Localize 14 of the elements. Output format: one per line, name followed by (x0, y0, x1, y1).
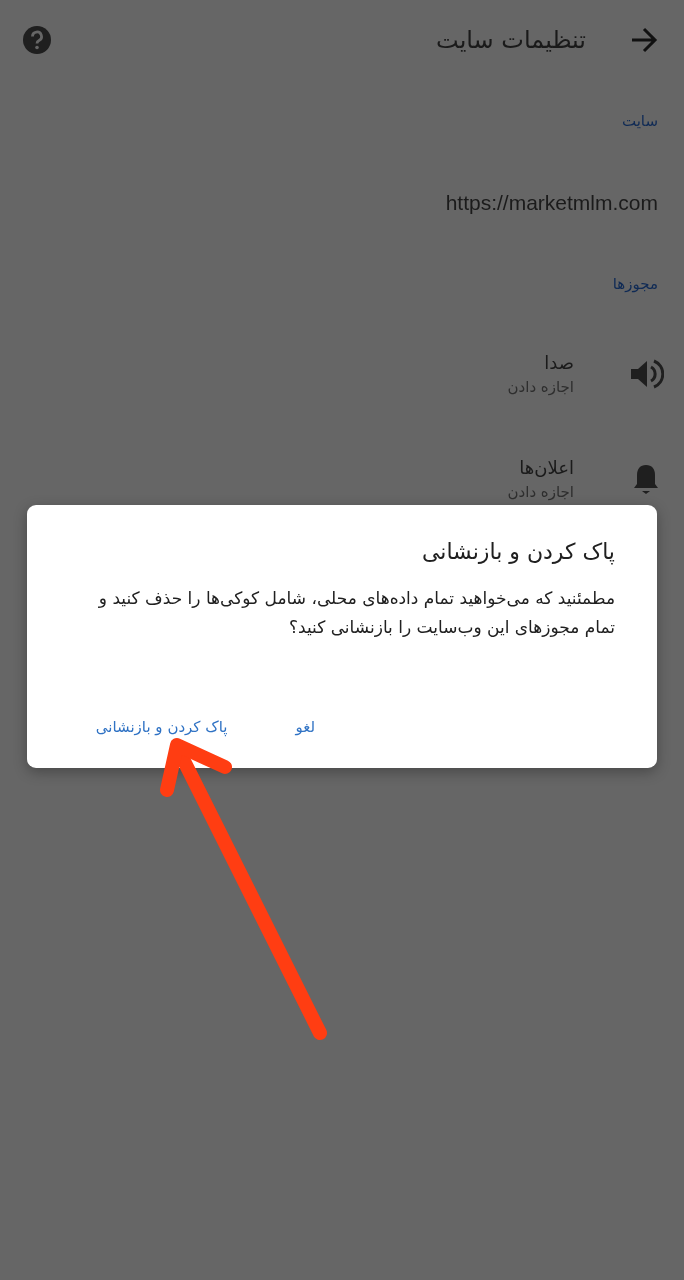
section-label: سایت (620, 111, 659, 132)
back-arrow-icon[interactable] (630, 27, 658, 53)
permission-status: اجازه دادن (507, 376, 574, 398)
dialog-message: مطمئنید که می‌خواهید تمام داده‌های محلی، شامل کوکی‌ها را حذف کنید و تمام مجوزهای این وب‌سایت را بازنشانی کنید؟ (97, 587, 615, 639)
section-label: مجوزها (611, 273, 659, 295)
page-title: تنظیمات سایت (436, 25, 586, 56)
dialog-title: پاک کردن و بازنشانی (420, 538, 615, 567)
permission-status: اجازه دادن (507, 481, 574, 503)
site-url: https://marketmlm.com (445, 189, 658, 216)
dialog-button[interactable]: پاک کردن و بازنشانی (85, 709, 238, 744)
permission-title[interactable]: اعلان‌ها (507, 453, 574, 481)
dialog-button[interactable]: لغو (285, 709, 325, 744)
help-icon[interactable] (22, 25, 52, 55)
permission-title[interactable]: صدا (507, 348, 574, 376)
